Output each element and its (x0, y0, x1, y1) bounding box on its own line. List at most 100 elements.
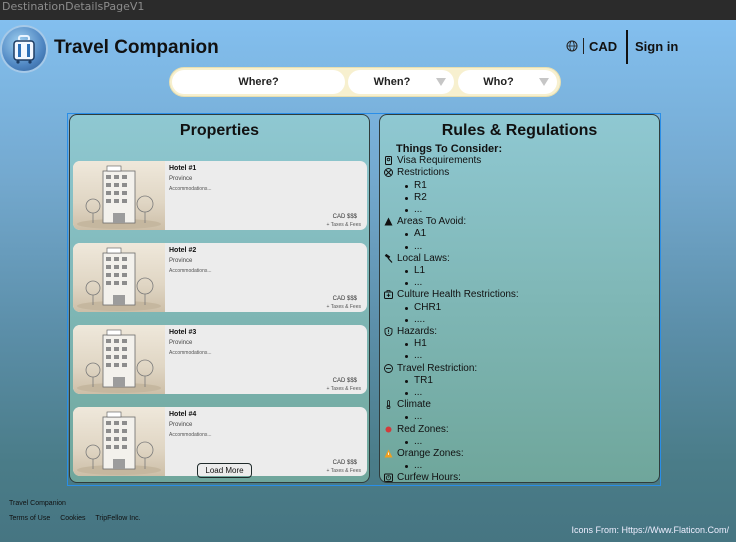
header-divider (583, 38, 584, 54)
hotel-taxes-fees: + Taxes & Fees (326, 304, 361, 310)
currency-selector[interactable]: CAD (589, 39, 617, 54)
rule-category-label: Visa Requirements (397, 155, 482, 167)
hotel-building-icon (77, 411, 161, 475)
hotel-name: Hotel #1 (169, 165, 197, 172)
rule-sub-item: CHR1 (384, 302, 655, 314)
when-dropdown[interactable]: When? (348, 70, 454, 94)
rule-category-label: Local Laws: (397, 252, 450, 264)
rule-sub-item: ... (384, 241, 655, 253)
hotel-card[interactable]: Hotel #3 Province Accommodations... CAD … (73, 325, 367, 394)
hotel-accommodations: Accommodations... (169, 186, 212, 192)
rule-sub-item: ... (384, 277, 655, 289)
where-label: Where? (238, 76, 279, 88)
where-field[interactable]: Where? (172, 70, 345, 94)
rule-category: Hazards: (384, 326, 655, 338)
luggage-icon (13, 35, 35, 64)
rule-category-label: Red Zones: (397, 423, 449, 435)
rule-category: Culture Health Restrictions: (384, 289, 655, 301)
rule-sub-item: ... (384, 387, 655, 399)
cookies-link[interactable]: Cookies (60, 515, 85, 522)
hotel-image (73, 243, 165, 312)
hotel-price: CAD $$$ (332, 378, 357, 384)
hotel-taxes-fees: + Taxes & Fees (326, 386, 361, 392)
brand-title: Travel Companion (54, 37, 219, 58)
rule-sub-item: ... (384, 460, 655, 472)
hotel-province: Province (169, 258, 193, 264)
hotel-image (73, 407, 165, 476)
rule-sub-item: .... (384, 314, 655, 326)
rule-category-label: Culture Health Restrictions: (397, 289, 519, 301)
rule-category: Travel Restriction: (384, 363, 655, 375)
rule-sub-item: H1 (384, 338, 655, 350)
chevron-down-icon (436, 78, 446, 86)
hotel-province: Province (169, 340, 193, 346)
hazard-icon (384, 327, 393, 337)
rule-category-label: Curfew Hours: (397, 472, 461, 483)
rule-category-label: Orange Zones: (397, 448, 464, 460)
hotel-province: Province (169, 176, 193, 182)
travel-companion-logo[interactable] (2, 27, 46, 71)
globe-icon[interactable] (566, 40, 578, 52)
hotel-accommodations: Accommodations... (169, 432, 212, 438)
hotel-name: Hotel #4 (169, 411, 197, 418)
hotel-province: Province (169, 422, 193, 428)
rule-category: Visa Requirements (384, 155, 655, 167)
icon-credits: Icons From: Https://Www.Flaticon.Com/ (571, 525, 729, 535)
hotel-card[interactable]: Hotel #1 Province Accommodations... CAD … (73, 161, 367, 230)
sign-in-button[interactable]: Sign in (635, 39, 678, 54)
hotel-accommodations: Accommodations... (169, 350, 212, 356)
search-bar: Where? When? Who? (170, 68, 560, 96)
rule-category-label: Travel Restriction: (397, 362, 478, 374)
header-divider (626, 30, 628, 64)
hotel-name: Hotel #3 (169, 329, 197, 336)
hotel-image (73, 325, 165, 394)
hotel-taxes-fees: + Taxes & Fees (326, 222, 361, 228)
rule-category-label: Restrictions (397, 167, 450, 179)
hotel-card[interactable]: Hotel #2 Province Accommodations... CAD … (73, 243, 367, 312)
hotel-price: CAD $$$ (332, 214, 357, 220)
company-link[interactable]: TripFellow Inc. (95, 515, 140, 522)
warning-triangle-icon (384, 217, 393, 226)
page-canvas: Travel Companion CAD Sign in Where? When… (0, 20, 736, 542)
restricted-icon (384, 168, 393, 178)
rule-category: Red Zones: (384, 424, 655, 436)
hotel-price: CAD $$$ (332, 296, 357, 302)
rule-category-label: Hazards: (397, 326, 438, 338)
rule-category: Areas To Avoid: (384, 216, 655, 228)
rule-category-label: Areas To Avoid: (397, 216, 467, 228)
hotel-building-icon (77, 165, 161, 229)
curfew-clock-icon (384, 473, 393, 482)
hotel-name: Hotel #2 (169, 247, 197, 254)
rule-category: Local Laws: (384, 253, 655, 265)
red-zone-icon (385, 426, 392, 433)
rule-sub-item: L1 (384, 265, 655, 277)
gavel-icon (384, 253, 393, 263)
rule-category: Climate (384, 399, 655, 411)
properties-panel: Properties Hotel #1 Province Accommodati… (69, 114, 370, 483)
frame-label: DestinationDetailsPageV1 (2, 0, 145, 13)
rules-title: Rules & Regulations (441, 122, 598, 139)
terms-of-use-link[interactable]: Terms of Use (9, 515, 50, 522)
chevron-down-icon (539, 78, 549, 86)
footer-links: Terms of Use Cookies TripFellow Inc. (9, 515, 149, 522)
rule-category: Curfew Hours: (384, 472, 655, 483)
no-travel-icon (384, 363, 393, 373)
load-more-button[interactable]: Load More (197, 463, 252, 478)
rule-sub-item: ... (384, 436, 655, 448)
rule-sub-item: ... (384, 411, 655, 423)
rule-sub-item: ... (384, 204, 655, 216)
thermometer-icon (386, 400, 391, 410)
when-label: When? (373, 76, 411, 88)
rule-sub-item: R1 (384, 180, 655, 192)
rule-sub-item: ... (384, 350, 655, 362)
who-dropdown[interactable]: Who? (458, 70, 557, 94)
who-label: Who? (483, 76, 514, 88)
rule-category-label: Climate (397, 399, 431, 411)
medical-kit-icon (384, 290, 393, 300)
hotel-price: CAD $$$ (332, 460, 357, 466)
hotel-accommodations: Accommodations... (169, 268, 212, 274)
rules-panel: Rules & Regulations Things To Consider: … (379, 114, 660, 483)
rule-category: Restrictions (384, 167, 655, 179)
footer-brand: Travel Companion (9, 500, 66, 507)
hotel-taxes-fees: + Taxes & Fees (326, 468, 361, 474)
